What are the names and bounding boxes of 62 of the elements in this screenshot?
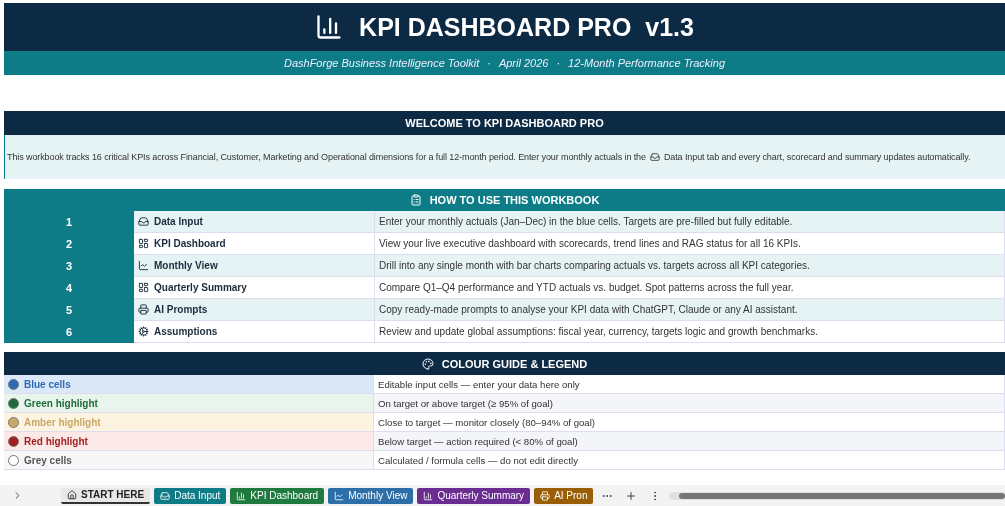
- legend-label: Red highlight: [24, 435, 88, 447]
- sheet-tab[interactable]: Data Input: [154, 487, 227, 504]
- sheet-name: KPI Dashboard: [154, 238, 226, 249]
- section-title: HOW TO USE THIS WORKBOOK: [429, 194, 600, 206]
- subtitle-text: 12-Month Performance Tracking: [568, 57, 726, 69]
- bar-chart-icon: [236, 490, 247, 501]
- dashboard-title: KPI DASHBOARD PRO v1.3: [359, 12, 694, 42]
- dashboard-icon: [138, 238, 149, 249]
- sheet-tab[interactable]: Quarterly Summary: [417, 487, 531, 504]
- inbox-icon: [649, 152, 660, 162]
- printer-icon: [138, 304, 149, 315]
- scrollbar-track[interactable]: [669, 491, 1005, 500]
- legend-description: Calculated / formula cells — do not edit directly: [374, 451, 1005, 470]
- sheet-name: Data Input: [154, 216, 203, 227]
- printer-icon: [540, 490, 551, 501]
- sheet-name: Assumptions: [154, 326, 218, 337]
- welcome-text: This workbook tracks 16 critical KPIs across Financial, Customer, Marketing and Operational dimensions for a full 12-month period. Enter your monthly actuals in the Data Input tab and every chart, scorecard and summary updates automatically.: [7, 152, 971, 162]
- legend-label: Amber highlight: [24, 416, 101, 428]
- legend-description: Editable input cells — enter your data here only: [374, 375, 1005, 394]
- sheet-tab[interactable]: AI Pron: [534, 487, 594, 504]
- description-cell: Copy ready-made prompts to analyse your KPI data with ChatGPT, Claude or any AI assistant.: [375, 299, 1005, 321]
- bar-chart-icon: [423, 490, 434, 501]
- legend-label: Grey cells: [24, 454, 72, 466]
- subtitle-text: ·: [556, 57, 561, 69]
- inbox-icon: [138, 216, 149, 227]
- sheet-tab[interactable]: KPI Dashboard: [230, 487, 325, 504]
- legend-description: On target or above target (≥ 95% of goal): [374, 394, 1005, 413]
- description-cell: Drill into any single month with bar charts comparing actuals vs. targets across all KPI categories.: [375, 255, 1005, 277]
- line-chart-icon: [138, 260, 149, 271]
- description-cell: Enter your monthly actuals (Jan–Dec) in the blue cells. Targets are pre-filled but fully editable.: [375, 211, 1005, 233]
- gear-icon: [138, 326, 149, 337]
- legend-label: Blue cells: [24, 378, 71, 390]
- description-cell: Review and update global assumptions: fiscal year, currency, targets logic and growth benchmarks.: [375, 321, 1005, 343]
- sheet-tab[interactable]: Monthly View: [328, 487, 414, 504]
- bar-chart-icon: [315, 13, 344, 41]
- line-chart-icon: [334, 490, 345, 501]
- subtitle-text: April 2026: [498, 57, 549, 69]
- dashboard-icon: [138, 282, 149, 293]
- description-cell: Compare Q1–Q4 performance and YTD actuals vs. budget. Spot patterns across the full year.: [375, 277, 1005, 299]
- sheet-name: Quarterly Summary: [154, 282, 247, 293]
- scrollbar-thumb[interactable]: [679, 492, 1005, 499]
- sheet-name: Monthly View: [154, 260, 218, 271]
- step-number: 1: [4, 211, 134, 233]
- sheet-name: AI Prompts: [154, 304, 208, 315]
- clipboard-icon: [409, 194, 422, 206]
- section-title: COLOUR GUIDE & LEGEND: [441, 357, 588, 370]
- sheet-tab[interactable]: START HERE: [61, 487, 151, 504]
- subtitle-text: DashForge Business Intelligence Toolkit: [283, 57, 480, 69]
- step-number: 5: [4, 299, 134, 321]
- step-number: 2: [4, 233, 134, 255]
- description-cell: View your live executive dashboard with scorecards, trend lines and RAG status for all 16 KPIs.: [375, 233, 1005, 255]
- legend-description: Below target — action required (< 80% of goal): [374, 432, 1005, 451]
- palette-icon: [421, 357, 434, 370]
- legend-description: Close to target — monitor closely (80–94% of goal): [374, 413, 1005, 432]
- step-number: 4: [4, 277, 134, 299]
- house-icon: [67, 489, 77, 500]
- step-number: 6: [4, 321, 134, 343]
- inbox-icon: [160, 490, 171, 501]
- subtitle-text: ·: [487, 57, 491, 69]
- section-title: WELCOME TO KPI DASHBOARD PRO: [405, 117, 604, 129]
- legend-label: Green highlight: [24, 397, 98, 409]
- step-number: 3: [4, 255, 134, 277]
